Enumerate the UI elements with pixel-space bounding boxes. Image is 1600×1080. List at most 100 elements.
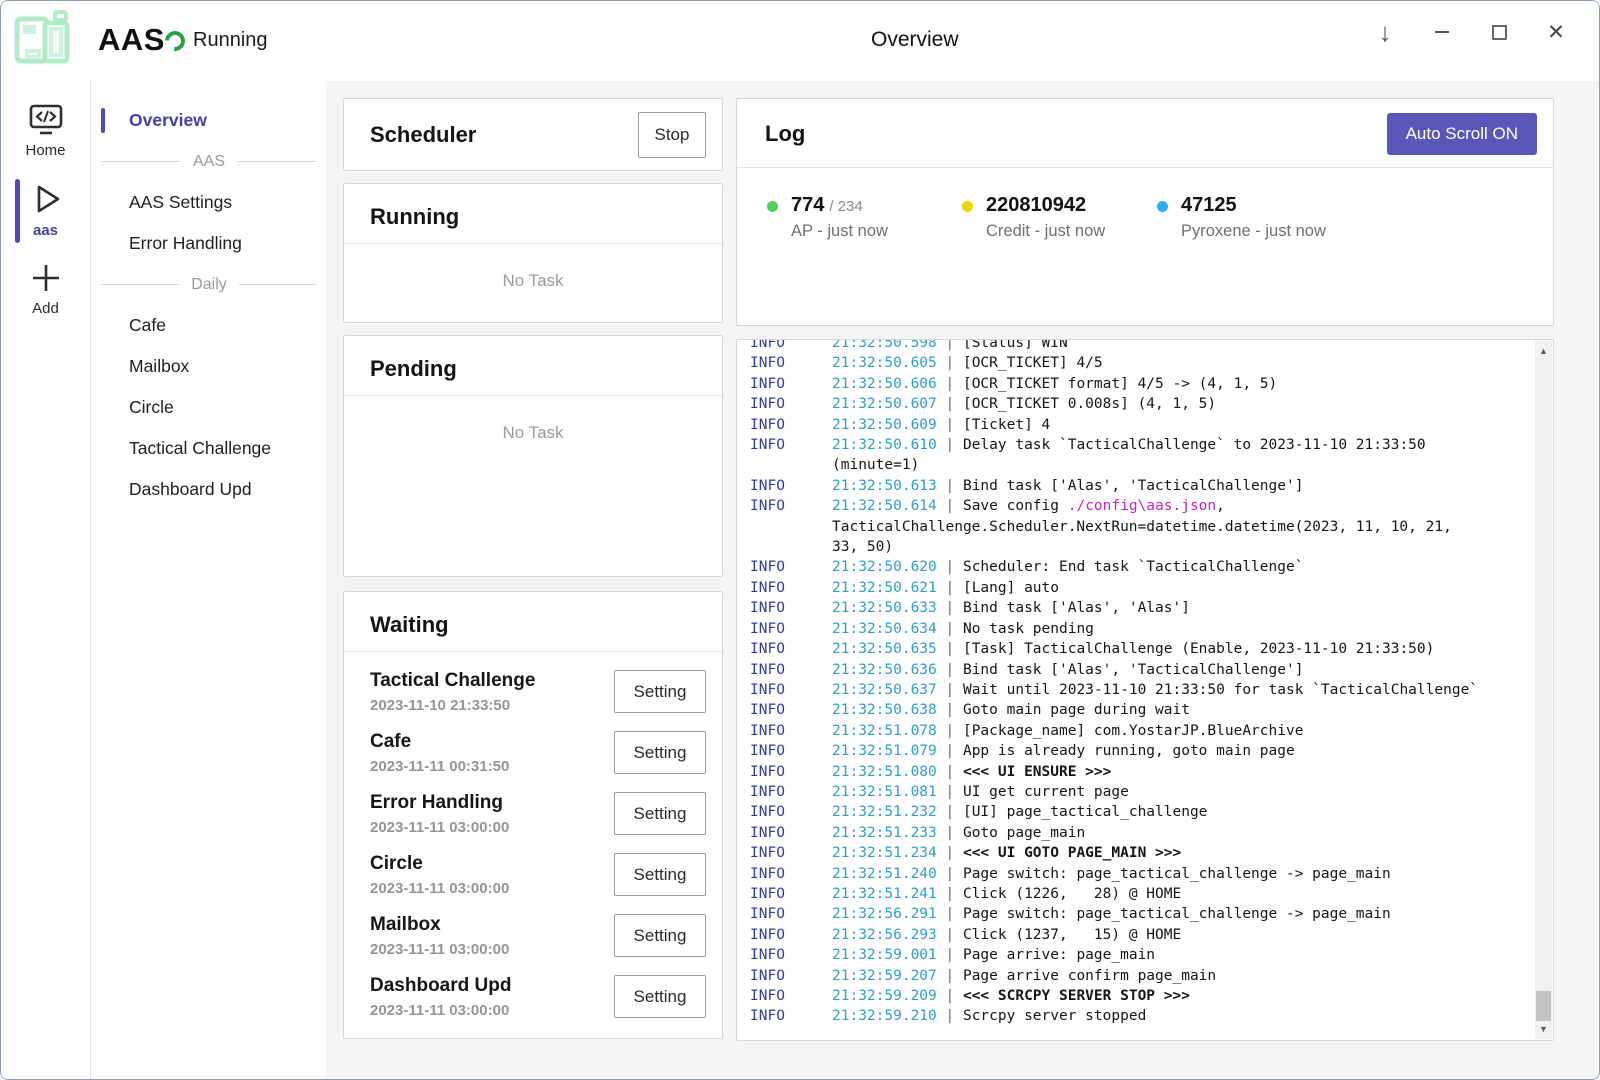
log-entry: INFO21:32:50.614 | Save config ./config\…: [832, 496, 1531, 557]
task-name: Mailbox: [370, 914, 509, 936]
sidebar-item-tactical-challenge[interactable]: Tactical Challenge: [92, 428, 326, 469]
close-button[interactable]: ✕: [1539, 13, 1573, 51]
scrollbar-thumb[interactable]: [1536, 991, 1551, 1021]
log-level: INFO: [750, 353, 785, 373]
scroll-down-arrow-icon[interactable]: ▼: [1535, 1021, 1552, 1037]
scheduler-status-text: Running: [193, 29, 268, 52]
setting-button[interactable]: Setting: [614, 792, 706, 835]
setting-button[interactable]: Setting: [614, 853, 706, 896]
log-timestamp: 21:32:50.607: [832, 396, 937, 412]
sidebar-item-overview[interactable]: Overview: [92, 100, 326, 141]
log-level: INFO: [750, 619, 785, 639]
log-message: [OCR_TICKET] 4/5: [963, 355, 1103, 371]
task-name: Error Handling: [370, 792, 509, 814]
scroll-up-arrow-icon[interactable]: ▲: [1535, 343, 1552, 359]
log-message: (minute=1): [832, 457, 919, 473]
log-level: INFO: [750, 639, 785, 659]
log-timestamp: 21:32:59.207: [832, 968, 937, 984]
log-entry: INFO21:32:56.293 | Click (1237, 15) @ HO…: [832, 925, 1531, 945]
rail-item-home[interactable]: Home: [1, 91, 90, 169]
log-message: Bind task ['Alas', 'Alas']: [963, 600, 1190, 616]
log-timestamp: 21:32:50.620: [832, 559, 937, 575]
running-card: Running No Task: [343, 183, 723, 323]
log-timestamp: 21:32:51.241: [832, 886, 937, 902]
log-level: INFO: [750, 340, 785, 353]
log-level: INFO: [750, 1006, 785, 1026]
task-info: Dashboard Upd2023-11-11 03:00:00: [370, 975, 511, 1019]
task-next-run-time: 2023-11-11 03:00:00: [370, 819, 509, 836]
setting-button[interactable]: Setting: [614, 731, 706, 774]
stat-label: AP - just now: [791, 222, 888, 241]
update-download-icon[interactable]: ↓: [1368, 13, 1402, 51]
waiting-row-tactical-challenge: Tactical Challenge2023-11-10 21:33:50 Set…: [370, 661, 706, 722]
log-separator: |: [937, 437, 963, 453]
log-separator: |: [937, 641, 963, 657]
log-timestamp: 21:32:56.293: [832, 927, 937, 943]
waiting-row-mailbox: Mailbox2023-11-11 03:00:00Setting: [370, 905, 706, 966]
log-timestamp: 21:32:50.635: [832, 641, 937, 657]
pending-card: Pending No Task: [343, 335, 723, 577]
task-info: Tactical Challenge2023-11-10 21:33:50: [370, 670, 535, 714]
log-entry: INFO21:32:50.607 | [OCR_TICKET 0.008s] (…: [832, 394, 1531, 414]
log-separator: |: [937, 804, 963, 820]
active-indicator-bar: [15, 179, 20, 243]
page-title: Overview: [871, 28, 959, 52]
log-level: INFO: [750, 374, 785, 394]
sidebar-item-circle[interactable]: Circle: [92, 387, 326, 428]
log-output[interactable]: INFO21:32:50.598 | [Status] WININFO21:32…: [737, 340, 1535, 1040]
log-message: Bind task ['Alas', 'TacticalChallenge']: [963, 662, 1303, 678]
log-separator: |: [937, 396, 963, 412]
log-card: Log Auto Scroll ON 774/ 234AP - just now…: [736, 98, 1554, 326]
rail-item-aas[interactable]: aas: [1, 169, 90, 249]
log-message: Delay task `TacticalChallenge` to 2023-1…: [963, 437, 1426, 453]
setting-button[interactable]: Setting: [614, 975, 706, 1018]
rail-item-add[interactable]: Add: [1, 249, 90, 327]
log-message: Click (1237, 15) @ HOME: [963, 927, 1181, 943]
log-entry: INFO21:32:59.209 | <<< SCRCPY SERVER STO…: [832, 986, 1531, 1006]
waiting-row-cafe: Cafe2023-11-11 00:31:50Setting: [370, 722, 706, 783]
stat-text: 220810942Credit - just now: [986, 194, 1105, 241]
waiting-row-error-handling: Error Handling 2023-11-11 03:00:00 Setting: [370, 783, 706, 844]
log-message: UI get current page: [963, 784, 1129, 800]
log-message: ,: [1216, 498, 1225, 514]
sidebar-item-dashboard-upd[interactable]: Dashboard Upd: [92, 469, 326, 510]
running-spinner-icon: [161, 27, 189, 55]
nav-section-daily: Daily: [92, 264, 326, 305]
setting-button[interactable]: Setting: [614, 914, 706, 957]
stat-dot-icon: [962, 201, 973, 212]
log-timestamp: 21:32:50.633: [832, 600, 937, 616]
setting-button[interactable]: Setting: [614, 670, 706, 713]
scheduler-card: Scheduler Stop: [343, 98, 723, 171]
log-entry: INFO21:32:50.633 | Bind task ['Alas', 'A…: [832, 598, 1531, 618]
log-level: INFO: [750, 496, 785, 516]
log-entry: INFO21:32:51.081 | UI get current page: [832, 782, 1531, 802]
log-entry: INFO21:32:50.598 | [Status] WIN: [832, 340, 1531, 353]
log-separator: |: [937, 498, 963, 514]
log-message: <<< SCRCPY SERVER STOP >>>: [963, 988, 1190, 1004]
stop-button[interactable]: Stop: [638, 112, 706, 158]
rail-label: Home: [25, 142, 65, 159]
sidebar-item-mailbox[interactable]: Mailbox: [92, 346, 326, 387]
maximize-button[interactable]: [1482, 13, 1516, 51]
nav-item-label: Tactical Challenge: [129, 438, 271, 459]
log-scrollbar[interactable]: ▲ ▼: [1535, 341, 1552, 1039]
sidebar-item-error-handling[interactable]: Error Handling: [92, 223, 326, 264]
stat-dot-icon: [1157, 201, 1168, 212]
auto-scroll-toggle-button[interactable]: Auto Scroll ON: [1387, 113, 1537, 155]
log-message: [OCR_TICKET format] 4/5 -> (4, 1, 5): [963, 376, 1277, 392]
log-entry: INFO21:32:59.210 | Scrcpy server stopped: [832, 1006, 1531, 1026]
log-separator: |: [937, 355, 963, 371]
log-entry: INFO21:32:50.638 | Goto main page during…: [832, 700, 1531, 720]
log-level: INFO: [750, 476, 785, 496]
pending-empty-text: No Task: [344, 396, 722, 443]
stat-value: 47125: [1181, 194, 1237, 216]
task-name: Cafe: [370, 731, 509, 753]
minimize-button[interactable]: [1425, 13, 1459, 51]
sidebar-item-cafe[interactable]: Cafe: [92, 305, 326, 346]
log-timestamp: 21:32:50.605: [832, 355, 937, 371]
resource-stats: 774/ 234AP - just now220810942Credit - j…: [737, 168, 1553, 241]
task-next-run-time: 2023-11-11 03:00:00: [370, 880, 509, 897]
log-timestamp: 21:32:50.636: [832, 662, 937, 678]
log-entry: INFO21:32:51.080 | <<< UI ENSURE >>>: [832, 762, 1531, 782]
sidebar-item-aas-settings[interactable]: AAS Settings: [92, 182, 326, 223]
